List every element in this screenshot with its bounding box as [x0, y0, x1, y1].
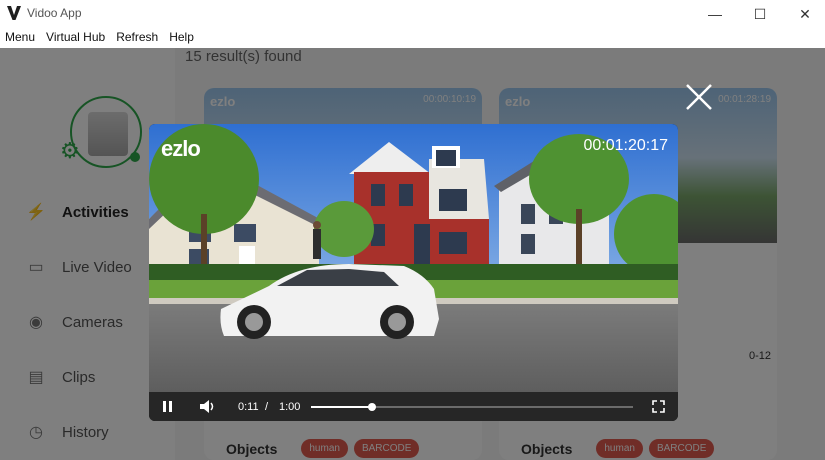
window-title: Vidoo App [27, 6, 82, 20]
fullscreen-icon[interactable] [652, 400, 665, 413]
title-bar: Vidoo App — ☐ ✕ [0, 0, 825, 28]
close-window-button[interactable]: ✕ [782, 0, 825, 28]
minimize-button[interactable]: — [692, 0, 738, 28]
video-timestamp: 00:01:20:17 [583, 137, 668, 154]
duration: 1:00 [279, 401, 301, 413]
maximize-icon: ☐ [753, 5, 767, 22]
menu-bar: Menu Virtual Hub Refresh Help [0, 28, 825, 48]
close-player-icon[interactable] [684, 82, 714, 112]
seek-handle[interactable] [368, 403, 377, 411]
video-frame [149, 124, 678, 392]
maximize-button[interactable]: ☐ [737, 0, 783, 28]
volume-icon[interactable] [199, 399, 217, 414]
player-controls: 0:11 / 1:00 [149, 392, 678, 421]
video-brand-logo: ezlo [161, 136, 201, 161]
menu-item-menu[interactable]: Menu [0, 28, 41, 48]
close-icon: ✕ [799, 5, 811, 22]
seek-bar[interactable] [311, 403, 633, 411]
minimize-icon: — [708, 6, 722, 22]
app-logo-icon [7, 6, 21, 20]
pause-icon[interactable] [162, 400, 174, 413]
seek-bar-progress [311, 406, 373, 408]
time-separator: / [265, 401, 269, 413]
menu-item-help[interactable]: Help [164, 28, 200, 48]
video-player[interactable]: ezlo 00:01:20:17 0:11 / 1:00 [149, 124, 678, 421]
current-time: 0:11 [238, 401, 259, 413]
menu-item-virtual-hub[interactable]: Virtual Hub [41, 28, 111, 48]
menu-item-refresh[interactable]: Refresh [111, 28, 164, 48]
